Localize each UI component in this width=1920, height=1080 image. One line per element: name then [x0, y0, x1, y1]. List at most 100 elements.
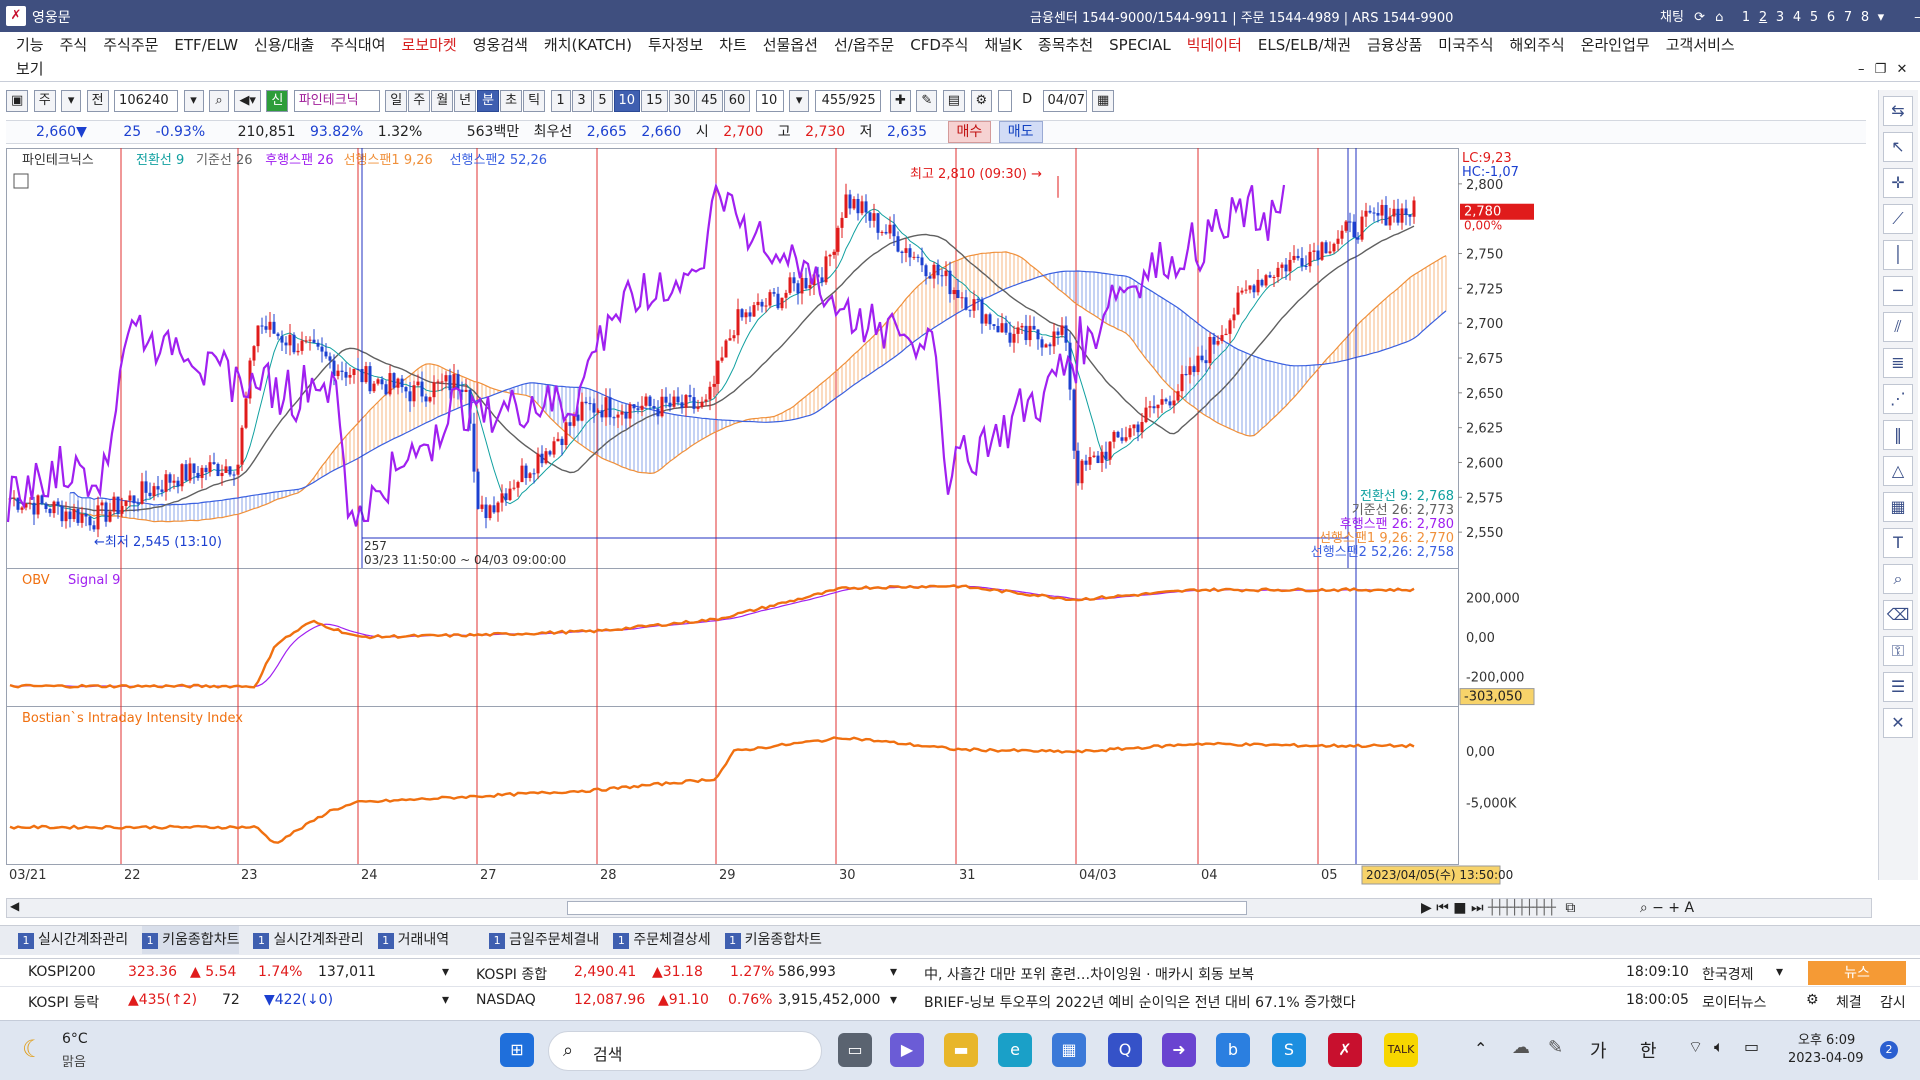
pen-icon[interactable]: ✎	[1548, 1037, 1563, 1058]
font-size-icon[interactable]: A	[1684, 900, 1694, 916]
news-button[interactable]: 뉴스	[1808, 961, 1906, 985]
lock-icon[interactable]: ⚿	[1883, 636, 1913, 666]
page-dropdown-icon[interactable]: ▾	[1878, 10, 1885, 25]
text-tool-icon[interactable]: T	[1883, 528, 1913, 558]
chart-scrollbar[interactable]: ◀ ▶ ⏮ ■ ⏭ ┼┼┼┼┼┼┼┼┼ ⧉ ⌕ − + A	[6, 898, 1872, 918]
zoom-slider[interactable]: ┼┼┼┼┼┼┼┼┼	[1488, 900, 1556, 916]
menu-item[interactable]: 미국주식	[1438, 33, 1493, 57]
menu-item[interactable]: 선물옵션	[763, 33, 818, 57]
menu-item[interactable]: 로보마켓	[402, 33, 457, 57]
bar-count-input[interactable]: 455	[822, 93, 847, 108]
menu-item[interactable]: 차트	[719, 33, 747, 57]
window-tab[interactable]: 1 거래내역	[377, 926, 449, 954]
page-number-1[interactable]: 1	[1738, 10, 1755, 25]
mode-dropdown-icon[interactable]: ▾	[61, 90, 82, 112]
mdi-minimize-icon[interactable]: –	[1858, 62, 1865, 77]
window-tab[interactable]: 1 실시간계좌관리	[18, 926, 128, 954]
window-tab[interactable]: 1 키움종합차트	[724, 926, 822, 954]
window-tab[interactable]: 1 주문체결상세	[613, 926, 711, 954]
period-button[interactable]: 년	[454, 90, 477, 112]
weather-moon-icon[interactable]: ☾	[22, 1035, 44, 1063]
menu-item[interactable]: 선/옵주문	[834, 33, 894, 57]
period-button[interactable]: 틱	[523, 90, 546, 112]
buy-button[interactable]: 매수	[947, 121, 992, 143]
interval-button[interactable]: 5	[592, 90, 613, 112]
refresh-icon[interactable]: ⟳	[1694, 10, 1705, 25]
news-dropdown-icon[interactable]: ▾	[1776, 964, 1783, 980]
code-dropdown-icon[interactable]: ▾	[183, 90, 204, 112]
kakaotalk-icon[interactable]: TALK	[1384, 1033, 1418, 1067]
interval-button[interactable]: 60	[723, 90, 751, 112]
menu-item[interactable]: 빅데이터	[1187, 33, 1242, 57]
tray-overflow-icon[interactable]: ⌃	[1474, 1039, 1487, 1058]
page-number-2[interactable]: 2	[1755, 10, 1772, 25]
page-number-8[interactable]: 8	[1857, 10, 1874, 25]
monitor-button[interactable]: 감시	[1880, 992, 1906, 1012]
clock-time[interactable]: 오후 6:09	[1798, 1029, 1855, 1048]
ticker-settings-gear-icon[interactable]: ⚙	[1806, 992, 1819, 1008]
interval-button[interactable]: 3	[571, 90, 592, 112]
home-icon[interactable]: ⌂	[1715, 10, 1723, 25]
sell-button[interactable]: 매도	[998, 121, 1043, 143]
delete-icon[interactable]: ✕	[1883, 708, 1913, 738]
menu-item[interactable]: 금융상품	[1367, 33, 1422, 57]
menu-item[interactable]: 고객서비스	[1666, 33, 1735, 57]
nav-first-icon[interactable]: ⏮	[1436, 900, 1449, 916]
crosshair-icon[interactable]: ✛	[1883, 168, 1913, 198]
ime-lang-2[interactable]: 한	[1640, 1037, 1657, 1063]
menu-item[interactable]: SPECIAL	[1109, 33, 1171, 57]
store-icon[interactable]: ▦	[1052, 1033, 1086, 1067]
period-button[interactable]: 주	[408, 90, 431, 112]
news-headline-2[interactable]: BRIEF-닝보 투오푸의 2022년 예비 순이익은 전년 대비 67.1% …	[924, 992, 1356, 1012]
stock-code-input[interactable]: 106240	[114, 90, 179, 112]
app-b-icon[interactable]: b	[1216, 1033, 1250, 1067]
trendline-icon[interactable]: ⟋	[1883, 204, 1913, 234]
menu-item[interactable]: 영웅검색	[473, 33, 528, 57]
date-input[interactable]: 04/07	[1042, 90, 1087, 112]
menu-item[interactable]: 캐치(KATCH)	[544, 33, 632, 57]
app-q-icon[interactable]: Q	[1108, 1033, 1142, 1067]
interval-button[interactable]: 30	[668, 90, 696, 112]
mode-select-1[interactable]: 주	[33, 90, 56, 112]
menu-item[interactable]: 주식주문	[103, 33, 158, 57]
news-headline-1[interactable]: 中, 사흘간 대만 포위 훈련…차이잉원 · 매카시 회동 보복	[924, 964, 1254, 984]
menu-item[interactable]: 종목추천	[1038, 33, 1093, 57]
interval-button[interactable]: 10	[613, 90, 641, 112]
layers-icon[interactable]: ☰	[1883, 672, 1913, 702]
vertical-line-icon[interactable]: │	[1883, 240, 1913, 270]
channel-icon[interactable]: ⫽	[1883, 312, 1913, 342]
mdi-restore-icon[interactable]: ❐	[1875, 62, 1887, 77]
ticker3-dropdown-icon[interactable]: ▾	[442, 992, 449, 1008]
menu-item[interactable]: CFD주식	[910, 33, 968, 57]
page-number-4[interactable]: 4	[1789, 10, 1806, 25]
menu-item[interactable]: 보기	[16, 57, 44, 81]
eraser-icon[interactable]: ⌫	[1883, 600, 1913, 630]
ime-lang-1[interactable]: 가	[1590, 1037, 1607, 1063]
menu-item[interactable]: ETF/ELW	[174, 33, 238, 57]
mode-select-2[interactable]: 전	[86, 90, 109, 112]
draw-tool-icon[interactable]: ✎	[916, 90, 938, 112]
app-s-icon[interactable]: S	[1272, 1033, 1306, 1067]
fibonacci-icon[interactable]: ≣	[1883, 348, 1913, 378]
page-number-6[interactable]: 6	[1823, 10, 1840, 25]
cycle-lines-icon[interactable]: ‖	[1883, 420, 1913, 450]
triangle-icon[interactable]: △	[1883, 456, 1913, 486]
toggle-icon[interactable]: ⇆	[1883, 96, 1913, 126]
zoom-icon[interactable]: ⌕	[1883, 564, 1913, 594]
period-button[interactable]: 분	[477, 90, 500, 112]
menu-item[interactable]: ELS/ELB/채권	[1258, 33, 1351, 57]
menu-item[interactable]: 기능	[16, 33, 44, 57]
chat-label[interactable]: 채팅	[1660, 10, 1684, 25]
interval-button[interactable]: 1	[550, 90, 571, 112]
ticker1-dropdown-icon[interactable]: ▾	[442, 964, 449, 980]
window-toggle-icon[interactable]: ▣	[6, 90, 29, 112]
notification-badge[interactable]: 2	[1880, 1041, 1898, 1059]
video-chat-icon[interactable]: ▶	[890, 1033, 924, 1067]
ticker4-dropdown-icon[interactable]: ▾	[890, 992, 897, 1008]
nav-last-icon[interactable]: ⏭	[1471, 900, 1484, 916]
minus-icon[interactable]: −	[1652, 900, 1664, 916]
save-icon[interactable]: ▤	[942, 90, 966, 112]
indicator-icon[interactable]: ✚	[890, 90, 911, 112]
menu-item[interactable]: 해외주식	[1510, 33, 1565, 57]
layout-icon[interactable]: ⧉	[1565, 900, 1575, 916]
